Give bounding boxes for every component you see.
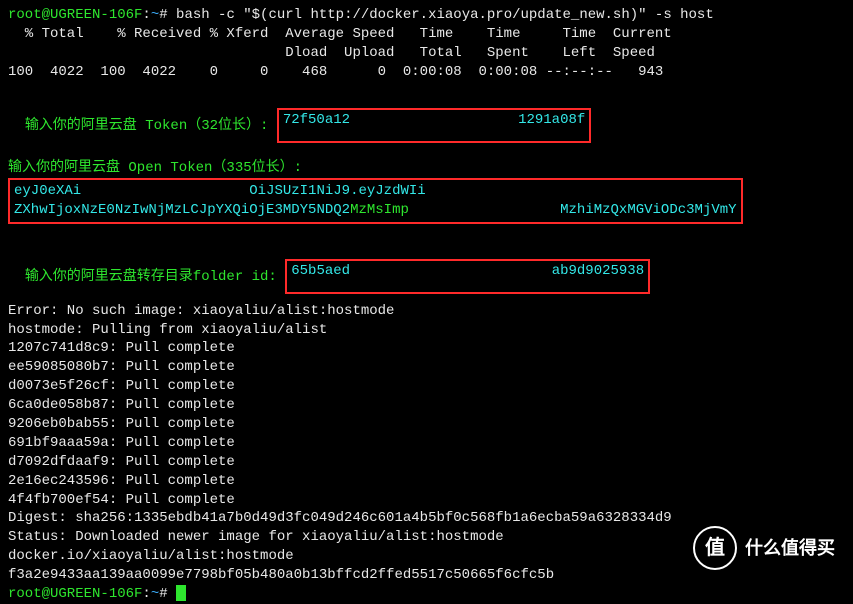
open-token-label: 输入你的阿里云盘 Open Token（335位长）:: [8, 160, 302, 176]
layer-3: 6ca0de058b87: Pull complete: [8, 396, 845, 415]
token-value-box: 72f50a12XXXXXXXXXXXXXXXXXXXX1291a08f: [277, 108, 591, 143]
layer-7: 2e16ec243596: Pull complete: [8, 472, 845, 491]
curl-progress: 100 4022 100 4022 0 0 468 0 0:00:08 0:00…: [8, 63, 845, 82]
folder-label: 输入你的阿里云盘转存目录folder id:: [25, 269, 285, 285]
layer-4: 9206eb0bab55: Pull complete: [8, 415, 845, 434]
watermark-text: 什么值得买: [745, 536, 835, 560]
watermark-icon: 值: [693, 526, 737, 570]
token-prompt-line[interactable]: 输入你的阿里云盘 Token（32位长）: 72f50a12XXXXXXXXXX…: [8, 90, 845, 144]
layer-2: d0073e5f26cf: Pull complete: [8, 377, 845, 396]
folder-prompt-line[interactable]: 输入你的阿里云盘转存目录folder id: 65b5aedXXXXXXXXXX…: [8, 240, 845, 294]
folder-value-box: 65b5aedXXXXXXXXXXXXXXXXXXXXXXXXab9d90259…: [285, 259, 650, 294]
curl-header-1: % Total % Received % Xferd Average Speed…: [8, 25, 845, 44]
curl-header-2: Dload Upload Total Spent Left Speed: [8, 44, 845, 63]
layer-1: ee59085080b7: Pull complete: [8, 358, 845, 377]
prompt-user: root@UGREEN-106F: [8, 7, 142, 23]
token-label: 输入你的阿里云盘 Token（32位长）:: [25, 119, 277, 135]
open-token-prompt-line[interactable]: 输入你的阿里云盘 Open Token（335位长）: eyJ0eXAiXXXX…: [8, 159, 845, 224]
open-token-value-box: eyJ0eXAiXXXXXXXXXXXXXXXXXXXXOiJSUzI1NiJ9…: [8, 178, 743, 224]
command-text: bash -c "$(curl http://docker.xiaoya.pro…: [176, 7, 714, 23]
docker-error: Error: No such image: xiaoyaliu/alist:ho…: [8, 302, 845, 321]
watermark-badge: 值 什么值得买: [693, 526, 835, 570]
layer-6: d7092dfdaaf9: Pull complete: [8, 453, 845, 472]
layer-8: 4f4fb700ef54: Pull complete: [8, 491, 845, 510]
docker-pulling: hostmode: Pulling from xiaoyaliu/alist: [8, 321, 845, 340]
layer-5: 691bf9aaa59a: Pull complete: [8, 434, 845, 453]
shell-prompt-line: root@UGREEN-106F:~# bash -c "$(curl http…: [8, 6, 845, 25]
layer-0: 1207c741d8c9: Pull complete: [8, 339, 845, 358]
prompt-path: ~: [151, 7, 159, 23]
